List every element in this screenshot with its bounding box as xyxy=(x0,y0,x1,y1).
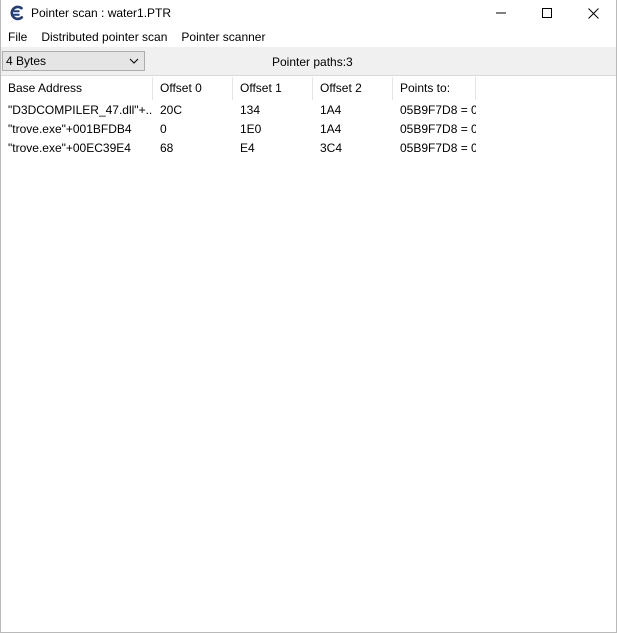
cell-base-address: "trove.exe"+00EC39E4 xyxy=(8,141,131,155)
cell-base-address: "D3DCOMPILER_47.dll"+... xyxy=(8,103,153,117)
value-type-select[interactable]: 4 Bytes xyxy=(2,51,145,71)
chevron-down-icon xyxy=(129,58,139,64)
cell-offset-1: E4 xyxy=(240,141,255,155)
pointer-scan-window: Pointer scan : water1.PTR File Distribut… xyxy=(0,0,617,633)
menu-pointer-scanner[interactable]: Pointer scanner xyxy=(174,28,272,47)
maximize-icon xyxy=(542,8,552,18)
column-offset-2[interactable]: Offset 2 xyxy=(313,77,393,100)
cell-offset-0: 68 xyxy=(160,141,174,155)
toolbar: 4 Bytes Pointer paths: 3 xyxy=(1,47,616,76)
cell-offset-0: 0 xyxy=(160,122,167,136)
cell-points-to: 05B9F7D8 = 0 xyxy=(400,141,476,155)
pointer-paths-status: Pointer paths: 3 xyxy=(272,55,353,69)
menu-bar: File Distributed pointer scan Pointer sc… xyxy=(1,28,616,47)
table-row[interactable]: "D3DCOMPILER_47.dll"+... 20C 134 1A4 05B… xyxy=(1,101,616,120)
cell-base-address: "trove.exe"+001BFDB4 xyxy=(8,122,132,136)
cell-offset-2: 3C4 xyxy=(320,141,343,155)
maximize-button[interactable] xyxy=(524,0,570,26)
column-base-address[interactable]: Base Address xyxy=(1,77,153,100)
title-bar[interactable]: Pointer scan : water1.PTR xyxy=(1,0,616,26)
pointer-paths-count: 3 xyxy=(346,55,353,69)
table-row[interactable]: "trove.exe"+00EC39E4 68 E4 3C4 05B9F7D8 … xyxy=(1,139,616,158)
cell-offset-1: 134 xyxy=(240,103,261,117)
cheat-engine-icon xyxy=(9,5,25,21)
cell-offset-1: 1E0 xyxy=(240,122,262,136)
menu-distributed-pointer-scan[interactable]: Distributed pointer scan xyxy=(34,28,174,47)
pointer-paths-label: Pointer paths: xyxy=(272,55,347,69)
pointer-list[interactable]: Base Address Offset 0 Offset 1 Offset 2 … xyxy=(1,77,616,632)
cell-offset-2: 1A4 xyxy=(320,122,342,136)
list-header: Base Address Offset 0 Offset 1 Offset 2 … xyxy=(1,77,616,100)
window-title: Pointer scan : water1.PTR xyxy=(31,6,172,20)
close-button[interactable] xyxy=(570,0,616,26)
cell-offset-0: 20C xyxy=(160,103,183,117)
minimize-icon xyxy=(496,12,506,14)
table-row[interactable]: "trove.exe"+001BFDB4 0 1E0 1A4 05B9F7D8 … xyxy=(1,120,616,139)
cell-points-to: 05B9F7D8 = 0 xyxy=(400,122,476,136)
cell-points-to: 05B9F7D8 = 0 xyxy=(400,103,476,117)
minimize-button[interactable] xyxy=(478,0,524,26)
close-icon xyxy=(587,7,599,19)
value-type-selected: 4 Bytes xyxy=(6,54,47,68)
column-offset-1[interactable]: Offset 1 xyxy=(233,77,313,100)
column-offset-0[interactable]: Offset 0 xyxy=(153,77,233,100)
window-controls xyxy=(478,0,616,26)
column-points-to[interactable]: Points to: xyxy=(393,77,476,100)
cell-offset-2: 1A4 xyxy=(320,103,342,117)
menu-file[interactable]: File xyxy=(1,28,34,47)
